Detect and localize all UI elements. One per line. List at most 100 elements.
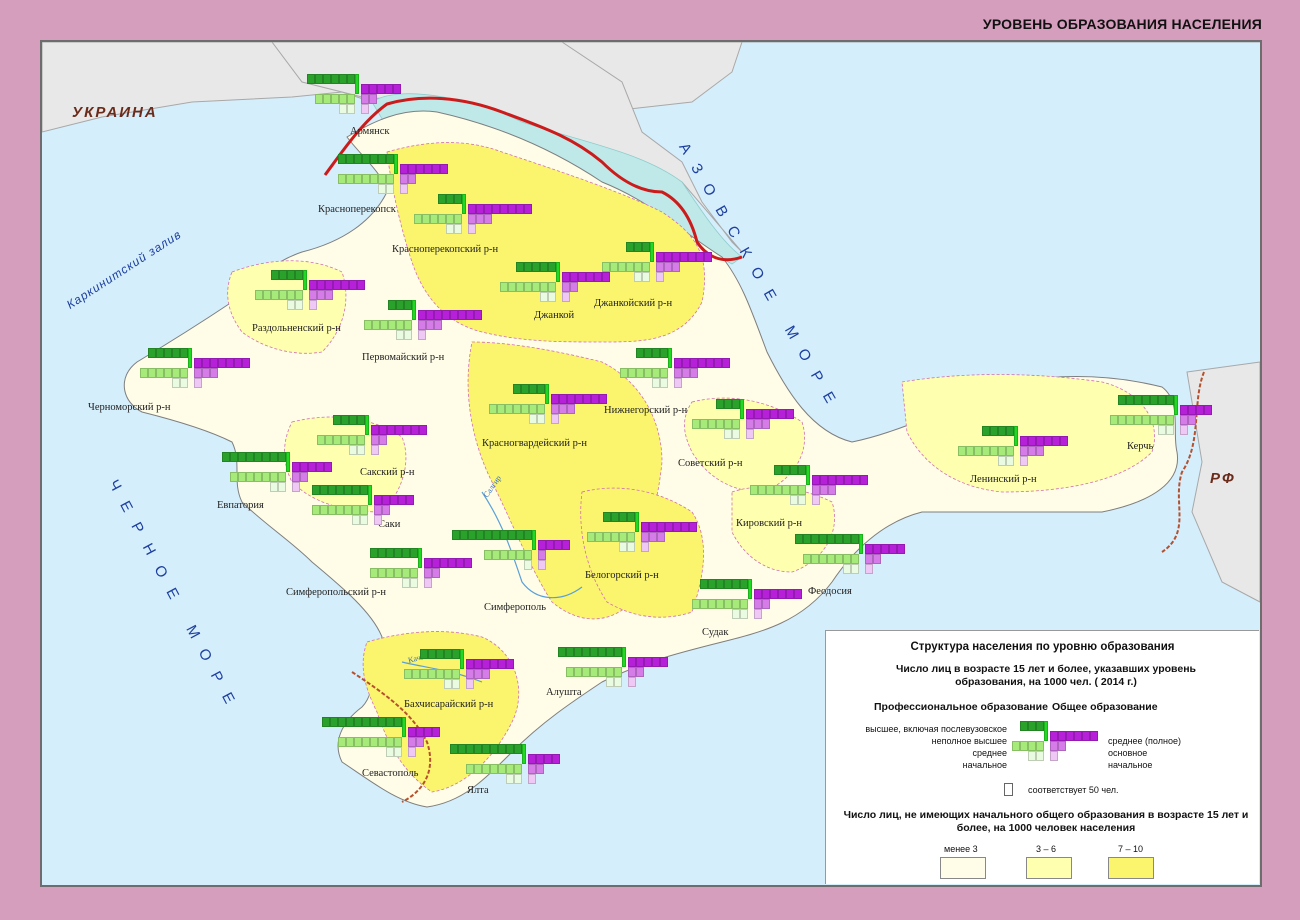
chart-chernomorsky-secondary-prof-cell [148, 368, 156, 378]
place-label-evpatoria: Евпатория [217, 500, 264, 511]
chart-kerch-secondary-full-cell [1196, 405, 1204, 415]
chart-feodosia-secondary-prof-cell [835, 554, 843, 564]
chart-kerch-higher-cell [1118, 395, 1126, 405]
chart-pervomaysky-secondary-full-cell [458, 310, 466, 320]
legend-sample-secondary-full-cell [1058, 731, 1066, 741]
place-label-feodosia: Феодосия [808, 586, 852, 597]
chart-saksky-secondary-full-cell [395, 425, 403, 435]
chart-saki-basic-cell [374, 505, 382, 515]
chart-simferopol-secondary-prof-cell [508, 550, 516, 560]
chart-evpatoria-basic-cell [292, 472, 300, 482]
chart-alushta-primary-general-cell [628, 677, 636, 687]
chart-sudak-secondary-full-cell [794, 589, 802, 599]
chart-simferopol-secondary-prof-cell [500, 550, 508, 560]
chart-armyansk-secondary-full-cell [393, 84, 401, 94]
chart-evpatoria-secondary-full-cell [292, 462, 300, 472]
chart-sudak-secondary-full-cell [754, 589, 762, 599]
place-label-sudak: Судак [702, 627, 729, 638]
legend-prof-level-1: высшее, включая послевузовское [865, 724, 1007, 734]
chart-yalta-higher-cell [466, 744, 474, 754]
chart-krasnoperekopsk-secondary-full-cell [400, 164, 408, 174]
legend-general-level-1: среднее (полное) [1108, 736, 1181, 746]
chart-leninsky-higher-cell [998, 426, 1006, 436]
chart-sovetsky-secondary-full-cell [762, 409, 770, 419]
chart-simferopolsky-primary-prof-cell [410, 578, 418, 588]
chart-nizhnegorsky-basic-cell [690, 368, 698, 378]
chart-krasnoperekopsk-secondary-prof-cell [354, 174, 362, 184]
chart-leninsky-secondary-full-cell [1020, 436, 1028, 446]
chart-sudak-incomplete-cell [748, 579, 752, 599]
chart-sevastopol-higher-cell [346, 717, 354, 727]
chart-sevastopol-basic-cell [408, 737, 416, 747]
chart-dzhankoysky-basic-cell [664, 262, 672, 272]
legend-class-label-1: менее 3 [944, 844, 978, 854]
chart-alushta-higher-cell [590, 647, 598, 657]
chart-saksky-secondary-prof-cell [341, 435, 349, 445]
chart-alushta-secondary-full-cell [636, 657, 644, 667]
chart-krasnogvardeysky-primary-general-cell [551, 414, 559, 424]
legend-general-heading: Общее образование [1052, 701, 1158, 713]
chart-pervomaysky-secondary-prof-cell [404, 320, 412, 330]
chart-pervomaysky-higher-cell [396, 300, 404, 310]
chart-yalta-secondary-full-cell [528, 754, 536, 764]
chart-leninsky-secondary-prof-cell [990, 446, 998, 456]
chart-krasnogvardeysky-incomplete-cell [545, 384, 549, 404]
chart-sudak-primary-prof-cell [740, 609, 748, 619]
chart-simferopolsky-secondary-prof-cell [394, 568, 402, 578]
chart-razdolnensky-secondary-full-cell [309, 280, 317, 290]
chart-leninsky-secondary-prof-cell [1006, 446, 1014, 456]
chart-yalta-incomplete-cell [522, 744, 526, 764]
chart-sudak-primary-general-cell [754, 609, 762, 619]
chart-simferopolsky-secondary-full-cell [424, 558, 432, 568]
chart-evpatoria-secondary-full-cell [308, 462, 316, 472]
chart-krasnogvardeysky-primary-prof-cell [529, 414, 537, 424]
chart-nizhnegorsky-secondary-full-cell [722, 358, 730, 368]
chart-simferopolsky-primary-general-cell [424, 578, 432, 588]
chart-bakhchisaraysky-secondary-full-cell [506, 659, 514, 669]
chart-krasnoperekopsky-secondary-full-cell [508, 204, 516, 214]
place-label-krasnoperekopsk: Красноперекопск [318, 204, 396, 215]
chart-chernomorsky-basic-cell [194, 368, 202, 378]
chart-leninsky-primary-prof-cell [998, 456, 1006, 466]
chart-sevastopol-secondary-full-cell [424, 727, 432, 737]
legend-sample-secondary-full-cell [1066, 731, 1074, 741]
chart-sevastopol-secondary-full-cell [432, 727, 440, 737]
chart-sevastopol-higher-cell [330, 717, 338, 727]
chart-krasnoperekopsk-primary-prof-cell [386, 184, 394, 194]
chart-kerch-secondary-prof-cell [1110, 415, 1118, 425]
chart-sudak-higher-cell [740, 579, 748, 589]
chart-krasnoperekopsk-incomplete-cell [394, 154, 398, 174]
chart-razdolnensky-secondary-prof-cell [271, 290, 279, 300]
label-rf: РФ [1210, 470, 1236, 487]
chart-nizhnegorsky-primary-general-cell [674, 378, 682, 388]
chart-krasnogvardeysky-basic-cell [567, 404, 575, 414]
chart-yalta-secondary-prof-cell [466, 764, 474, 774]
chart-razdolnensky-primary-prof-cell [295, 300, 303, 310]
chart-armyansk-secondary-prof-cell [339, 94, 347, 104]
chart-alushta-higher-cell [558, 647, 566, 657]
chart-feodosia-higher-cell [803, 534, 811, 544]
chart-sudak-higher-cell [716, 579, 724, 589]
legend-unit-note: соответствует 50 чел. [1028, 785, 1119, 795]
chart-bakhchisaraysky-higher-cell [428, 649, 436, 659]
chart-razdolnensky-higher-cell [279, 270, 287, 280]
chart-pervomaysky-secondary-prof-cell [380, 320, 388, 330]
chart-simferopolsky-higher-cell [378, 548, 386, 558]
chart-saksky-higher-cell [333, 415, 341, 425]
chart-yalta-higher-cell [458, 744, 466, 754]
chart-sevastopol-higher-cell [370, 717, 378, 727]
chart-belogorsky-secondary-full-cell [649, 522, 657, 532]
chart-evpatoria-secondary-prof-cell [262, 472, 270, 482]
chart-bakhchisaraysky-secondary-prof-cell [404, 669, 412, 679]
chart-saksky-secondary-full-cell [403, 425, 411, 435]
chart-saksky-secondary-full-cell [379, 425, 387, 435]
chart-pervomaysky-secondary-prof-cell [396, 320, 404, 330]
chart-feodosia-secondary-prof-cell [803, 554, 811, 564]
chart-armyansk-primary-prof-cell [339, 104, 347, 114]
chart-dzhankoysky-incomplete-cell [650, 242, 654, 262]
chart-krasnoperekopsk-secondary-full-cell [408, 164, 416, 174]
chart-kerch-secondary-prof-cell [1142, 415, 1150, 425]
chart-alushta-secondary-prof-cell [582, 667, 590, 677]
chart-evpatoria-higher-cell [254, 452, 262, 462]
chart-kirovsky-secondary-full-cell [836, 475, 844, 485]
